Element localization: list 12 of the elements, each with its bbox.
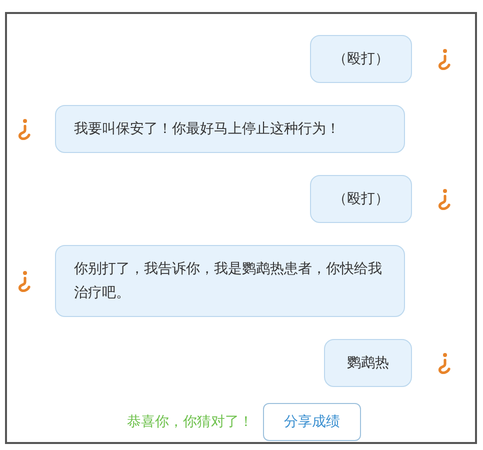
inverted-question-icon [437,188,451,210]
message-bubble: 我要叫保安了！你最好马上停止这种行为！ [55,105,405,153]
inverted-question-icon [437,48,451,70]
message-bubble: 你别打了，我告诉你，我是鹦鹉热患者，你快给我治疗吧。 [55,245,405,317]
message-bubble: （殴打） [310,35,412,83]
inverted-question-icon [437,352,451,374]
inverted-question-icon [17,118,31,140]
inverted-question-icon [17,270,31,292]
message-bubble: （殴打） [310,175,412,223]
share-button[interactable]: 分享成绩 [263,403,361,441]
result-message: 恭喜你，你猜对了！ [127,413,253,431]
message-bubble: 鹦鹉热 [324,339,412,387]
